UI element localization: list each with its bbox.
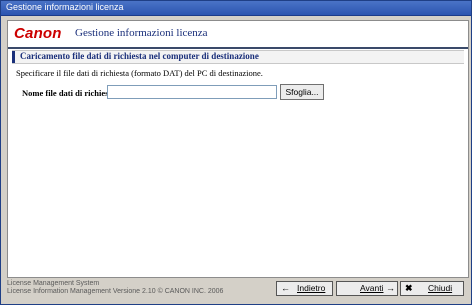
section-accent	[12, 51, 15, 63]
section-heading: Caricamento file dati di richiesta nel c…	[20, 51, 259, 61]
close-button-label: Chiudi	[428, 283, 453, 293]
close-icon: ✖	[405, 283, 413, 293]
request-file-input[interactable]	[107, 85, 277, 99]
window-titlebar[interactable]: Gestione informazioni licenza	[1, 1, 471, 16]
back-button[interactable]: ← Indietro	[276, 281, 333, 296]
footer-system-name: License Management System	[7, 280, 100, 287]
next-button-label: Avanti	[360, 283, 384, 293]
arrow-left-icon: ←	[281, 283, 290, 293]
browse-button[interactable]: Sfoglia...	[280, 84, 324, 100]
instruction-text: Specificare il file dati di richiesta (f…	[16, 68, 263, 78]
arrow-right-icon: →	[386, 283, 395, 293]
app-title: Gestione informazioni licenza	[75, 27, 208, 39]
footer-version: License Information Management Versione …	[7, 288, 224, 295]
section-heading-bar: Caricamento file dati di richiesta nel c…	[12, 50, 464, 64]
window-title: Gestione informazioni licenza	[6, 2, 124, 12]
license-window: Gestione informazioni licenza Canon Gest…	[0, 0, 472, 305]
request-file-label: Nome file dati di richiesta:	[22, 88, 119, 98]
back-button-label: Indietro	[297, 283, 326, 293]
next-button[interactable]: Avanti →	[336, 281, 398, 296]
header: Canon Gestione informazioni licenza	[8, 21, 468, 49]
main-panel: Canon Gestione informazioni licenza Cari…	[7, 20, 469, 278]
canon-logo: Canon	[14, 25, 62, 42]
close-button[interactable]: ✖ Chiudi	[400, 281, 464, 296]
